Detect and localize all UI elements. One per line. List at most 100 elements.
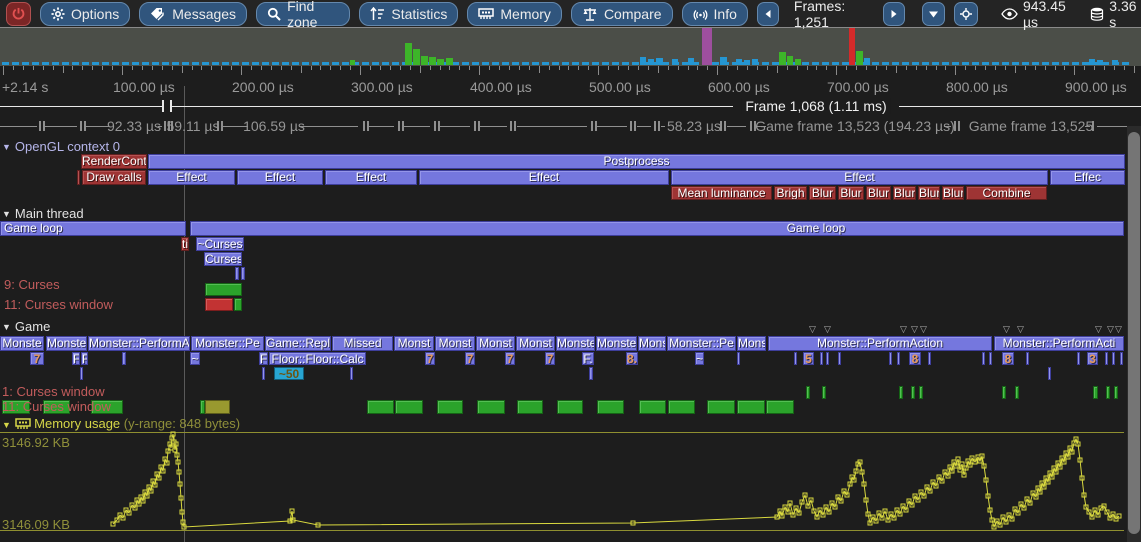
zone-bar[interactable]	[820, 352, 823, 365]
zone-bar[interactable]: Effect	[237, 170, 323, 185]
zone-bar[interactable]: Monst	[394, 336, 434, 351]
zone-bar[interactable]: Curses	[204, 252, 242, 266]
zone-bar[interactable]	[1048, 367, 1051, 380]
zone-bar[interactable]: Brigh	[774, 186, 807, 200]
plot-bar[interactable]	[707, 400, 735, 414]
plot-bar[interactable]	[205, 400, 230, 414]
collapsed-zones-marker-icon[interactable]: ▽	[1107, 324, 1114, 335]
zone-bar[interactable]: 3	[1087, 352, 1098, 365]
section-header-game[interactable]: ▼Game	[2, 319, 50, 334]
options-button[interactable]: Options	[40, 2, 130, 26]
zone-bar[interactable]: 7	[30, 352, 44, 365]
zone-bar[interactable]: Missed	[332, 336, 393, 351]
zone-bar[interactable]	[794, 352, 797, 365]
find-zone-button[interactable]: Find zone	[256, 2, 350, 26]
frame-band-label[interactable]: Frame 1,068 (1.11 ms)	[741, 98, 890, 114]
zone-bar[interactable]: Combine	[966, 186, 1047, 200]
plot-bar[interactable]	[234, 298, 242, 311]
plot-bar[interactable]	[557, 400, 583, 414]
messages-button[interactable]: Messages	[139, 2, 247, 26]
zone-bar[interactable]: 8	[1002, 352, 1014, 365]
zone-bar[interactable]: 7	[425, 352, 435, 365]
plot-bar[interactable]	[639, 400, 666, 414]
zone-bar[interactable]	[928, 352, 931, 365]
zone-bar[interactable]	[897, 352, 900, 365]
zone-bar[interactable]: Monste	[0, 336, 44, 351]
zone-bar[interactable]: Mons	[737, 336, 766, 351]
plot-label[interactable]: 9: Curses	[4, 277, 60, 292]
zone-bar[interactable]	[235, 267, 239, 280]
zone-bar[interactable]: 7	[505, 352, 515, 365]
plot-bar[interactable]	[1015, 386, 1019, 399]
zone-bar[interactable]: Monste	[596, 336, 637, 351]
collapsed-zones-marker-icon[interactable]: ▽	[900, 324, 907, 335]
zone-bar[interactable]	[1112, 352, 1115, 365]
plot-bar[interactable]	[597, 400, 624, 414]
plot-bar[interactable]	[517, 400, 543, 414]
frame-overview-strip[interactable]	[0, 28, 1141, 66]
collapsed-zones-marker-icon[interactable]: ▽	[911, 324, 918, 335]
memory-button[interactable]: Memory	[467, 2, 562, 26]
zone-bar[interactable]	[1077, 352, 1080, 365]
zone-bar[interactable]: 8.	[626, 352, 638, 365]
prev-frame-button[interactable]	[757, 2, 779, 26]
zone-bar[interactable]: Effect	[325, 170, 417, 185]
plot-bar[interactable]	[899, 386, 903, 399]
zone-bar[interactable]: ti	[181, 237, 189, 251]
zone-bar[interactable]: Monst	[476, 336, 515, 351]
plot-bar[interactable]	[437, 400, 463, 414]
section-header-opengl-context-0[interactable]: ▼OpenGL context 0	[2, 139, 120, 154]
zone-bar[interactable]: ~50	[274, 367, 304, 380]
frame-separator-band[interactable]: 92.33 µs59.11 µs106.59 µs58.23 µsGame fr…	[0, 114, 1141, 138]
zone-bar[interactable]: Blur	[838, 186, 864, 200]
zone-bar[interactable]	[1026, 352, 1029, 365]
zone-bar[interactable]	[889, 352, 892, 365]
statistics-button[interactable]: Statistics	[359, 2, 458, 26]
zone-bar[interactable]	[262, 367, 265, 380]
plot-bar[interactable]	[367, 400, 394, 414]
zone-bar[interactable]: Effect	[148, 170, 235, 185]
plot-label[interactable]: 1: Curses window	[2, 384, 105, 399]
zone-bar[interactable]: Effect	[671, 170, 1048, 185]
zone-bar[interactable]: 5	[803, 352, 814, 365]
go-down-button[interactable]	[922, 2, 945, 26]
zone-bar[interactable]	[838, 352, 841, 365]
zone-bar[interactable]	[77, 170, 80, 185]
zone-bar[interactable]: Monst	[435, 336, 475, 351]
plot-bar[interactable]	[205, 298, 233, 311]
zone-bar[interactable]: Effect	[419, 170, 669, 185]
zone-bar[interactable]: Monste	[556, 336, 595, 351]
plot-bar[interactable]	[477, 400, 505, 414]
zone-bar[interactable]	[826, 352, 829, 365]
collapsed-zones-marker-icon[interactable]: ▽	[824, 324, 831, 335]
collapsed-zones-marker-icon[interactable]: ▽	[920, 324, 927, 335]
section-header-main-thread[interactable]: ▼Main thread	[2, 206, 84, 221]
zone-bar[interactable]	[1105, 352, 1108, 365]
zone-bar[interactable]: Monst	[516, 336, 555, 351]
zone-bar[interactable]: Draw calls	[82, 170, 146, 185]
zone-bar[interactable]	[737, 352, 740, 365]
plot-label[interactable]: 11: Curses window	[4, 297, 113, 312]
zone-bar[interactable]: Game::Replay	[265, 336, 331, 351]
zone-bar[interactable]: Monster::Pe	[191, 336, 264, 351]
zone-bar[interactable]: Postprocess	[148, 154, 1125, 169]
zone-bar[interactable]: Blur	[893, 186, 916, 200]
plot-bar[interactable]	[1002, 386, 1006, 399]
collapsed-zones-marker-icon[interactable]: ▽	[1003, 324, 1010, 335]
zone-bar[interactable]	[989, 352, 992, 365]
zone-bar[interactable]: Monster::PerformA	[88, 336, 190, 351]
plot-bar[interactable]	[668, 400, 695, 414]
plot-bar[interactable]	[911, 386, 915, 399]
zone-bar[interactable]: F	[81, 352, 88, 365]
zone-bar[interactable]: ~	[190, 352, 200, 365]
zone-bar[interactable]: F.	[259, 352, 268, 365]
zone-bar[interactable]: Monste	[46, 336, 87, 351]
zone-bar[interactable]	[1120, 352, 1123, 365]
info-button[interactable]: Info	[682, 2, 748, 26]
collapsed-zones-marker-icon[interactable]: ▽	[1115, 324, 1122, 335]
zone-bar[interactable]: Monster::PerformActi	[994, 336, 1124, 351]
zone-bar[interactable]: Mean luminance	[671, 186, 772, 200]
power-button[interactable]	[6, 2, 31, 26]
zone-bar[interactable]: ~	[695, 352, 704, 365]
plot-bar[interactable]	[1114, 386, 1118, 399]
